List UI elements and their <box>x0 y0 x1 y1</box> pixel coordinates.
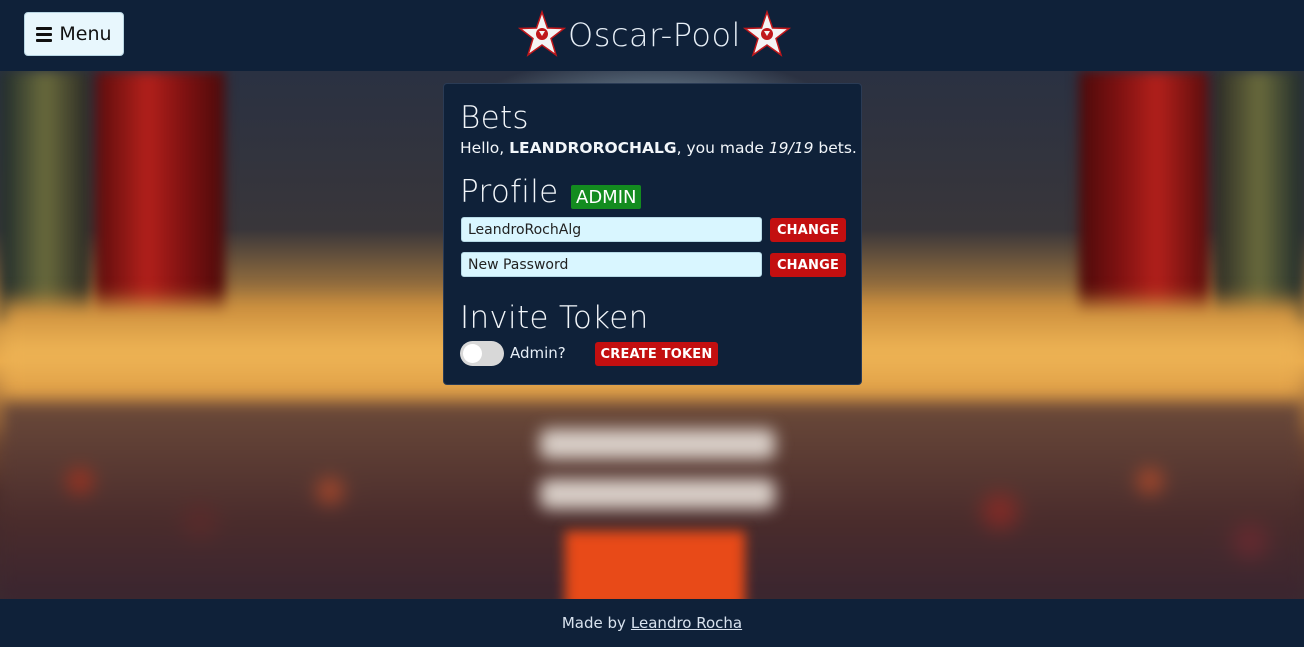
bets-card: Bets Hello, LEANDROROCHALG, you made 19/… <box>443 83 862 385</box>
footer: Made by Leandro Rocha <box>0 599 1304 647</box>
author-link[interactable]: Leandro Rocha <box>631 614 742 632</box>
admin-toggle-label: Admin? <box>510 344 566 362</box>
toggle-knob <box>463 344 482 363</box>
create-token-button[interactable]: CREATE TOKEN <box>595 342 718 366</box>
star-icon <box>518 10 566 57</box>
menu-button-label: Menu <box>59 23 112 45</box>
greeting-text: Hello, LEANDROROCHALG, you made 19/19 be… <box>460 139 857 157</box>
footer-text: Made by <box>561 614 626 632</box>
username-input[interactable] <box>461 217 762 242</box>
admin-toggle[interactable] <box>460 341 504 366</box>
bets-heading: Bets <box>460 100 529 136</box>
change-password-button[interactable]: CHANGE <box>770 253 846 277</box>
hamburger-icon <box>36 26 53 42</box>
brand-title: Oscar-Pool <box>568 16 741 54</box>
invite-token-heading: Invite Token <box>460 300 649 336</box>
role-badge: ADMIN <box>571 185 642 209</box>
top-navbar: Menu Oscar-Pool <box>0 0 1304 71</box>
change-username-button[interactable]: CHANGE <box>770 218 846 242</box>
bet-count: 19/19 <box>768 139 814 157</box>
star-icon <box>742 10 791 57</box>
brand-logo[interactable]: Oscar-Pool <box>518 8 791 62</box>
profile-heading: Profile <box>460 174 559 210</box>
username-text: LEANDROROCHALG <box>509 139 677 157</box>
new-password-input[interactable] <box>461 252 762 277</box>
menu-button[interactable]: Menu <box>24 12 124 56</box>
